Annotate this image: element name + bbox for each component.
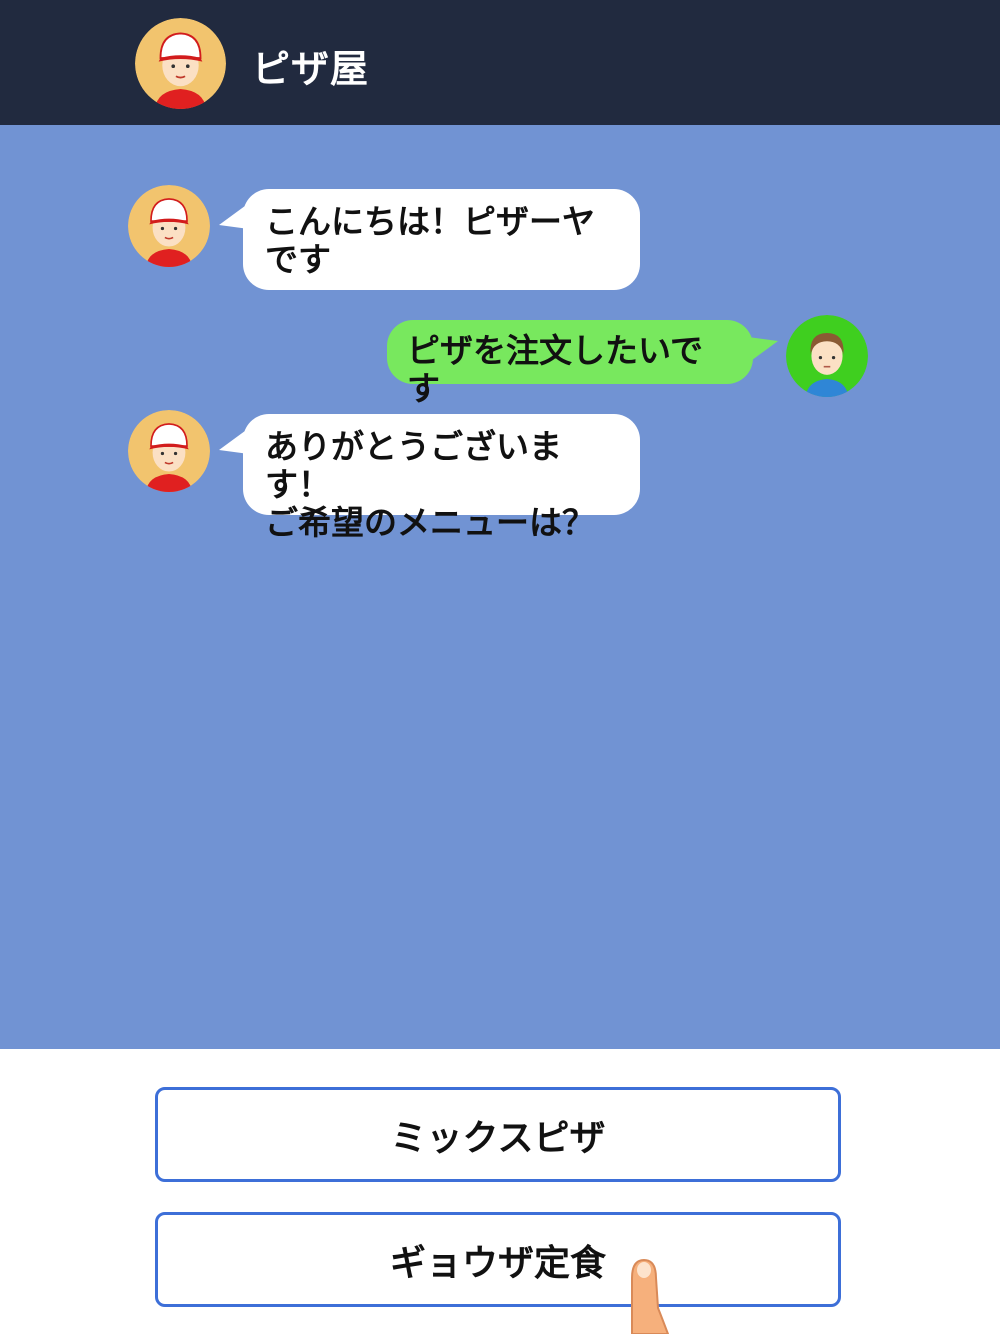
message-bubble: ありがとうございます！ ご希望のメニューは？ bbox=[243, 414, 640, 542]
shop-avatar bbox=[135, 18, 226, 109]
message-line: ピザを注文したいです bbox=[407, 331, 704, 408]
chat-title: ピザ屋 bbox=[252, 47, 370, 91]
chat-header: ピザ屋 bbox=[0, 0, 1000, 125]
reply-options: ミックスピザ ギョウザ定食 bbox=[0, 1049, 1000, 1334]
shop-message-avatar bbox=[128, 410, 210, 492]
pointing-finger-icon bbox=[631, 1258, 670, 1334]
message-bubble: ピザを注文したいです bbox=[387, 320, 753, 408]
message-line: ありがとうございます！ bbox=[265, 427, 562, 504]
pizza-shop-avatar-icon bbox=[128, 185, 210, 267]
choice-label: ギョウザ定食 bbox=[389, 1242, 606, 1284]
chat-area[interactable]: こんにちは！ピザーヤ です ピザを注文したいです ありがとうございます！ ご希望… bbox=[0, 125, 1000, 1049]
choice-label: ミックスピザ bbox=[390, 1117, 606, 1159]
customer-avatar-icon bbox=[786, 315, 868, 397]
message-line: こんにちは！ピザーヤ bbox=[265, 202, 595, 241]
message-line: です bbox=[265, 240, 331, 279]
bubble-tail bbox=[748, 337, 778, 363]
shop-message-avatar bbox=[128, 185, 210, 267]
choice-button-gyoza-set[interactable]: ギョウザ定食 bbox=[155, 1212, 841, 1307]
customer-avatar bbox=[786, 315, 868, 397]
message-bubble: こんにちは！ピザーヤ です bbox=[243, 189, 640, 290]
pizza-shop-avatar-icon bbox=[128, 410, 210, 492]
message-line: ご希望のメニューは？ bbox=[265, 503, 595, 542]
choice-button-mix-pizza[interactable]: ミックスピザ bbox=[155, 1087, 841, 1182]
pizza-shop-avatar-icon bbox=[135, 18, 226, 109]
